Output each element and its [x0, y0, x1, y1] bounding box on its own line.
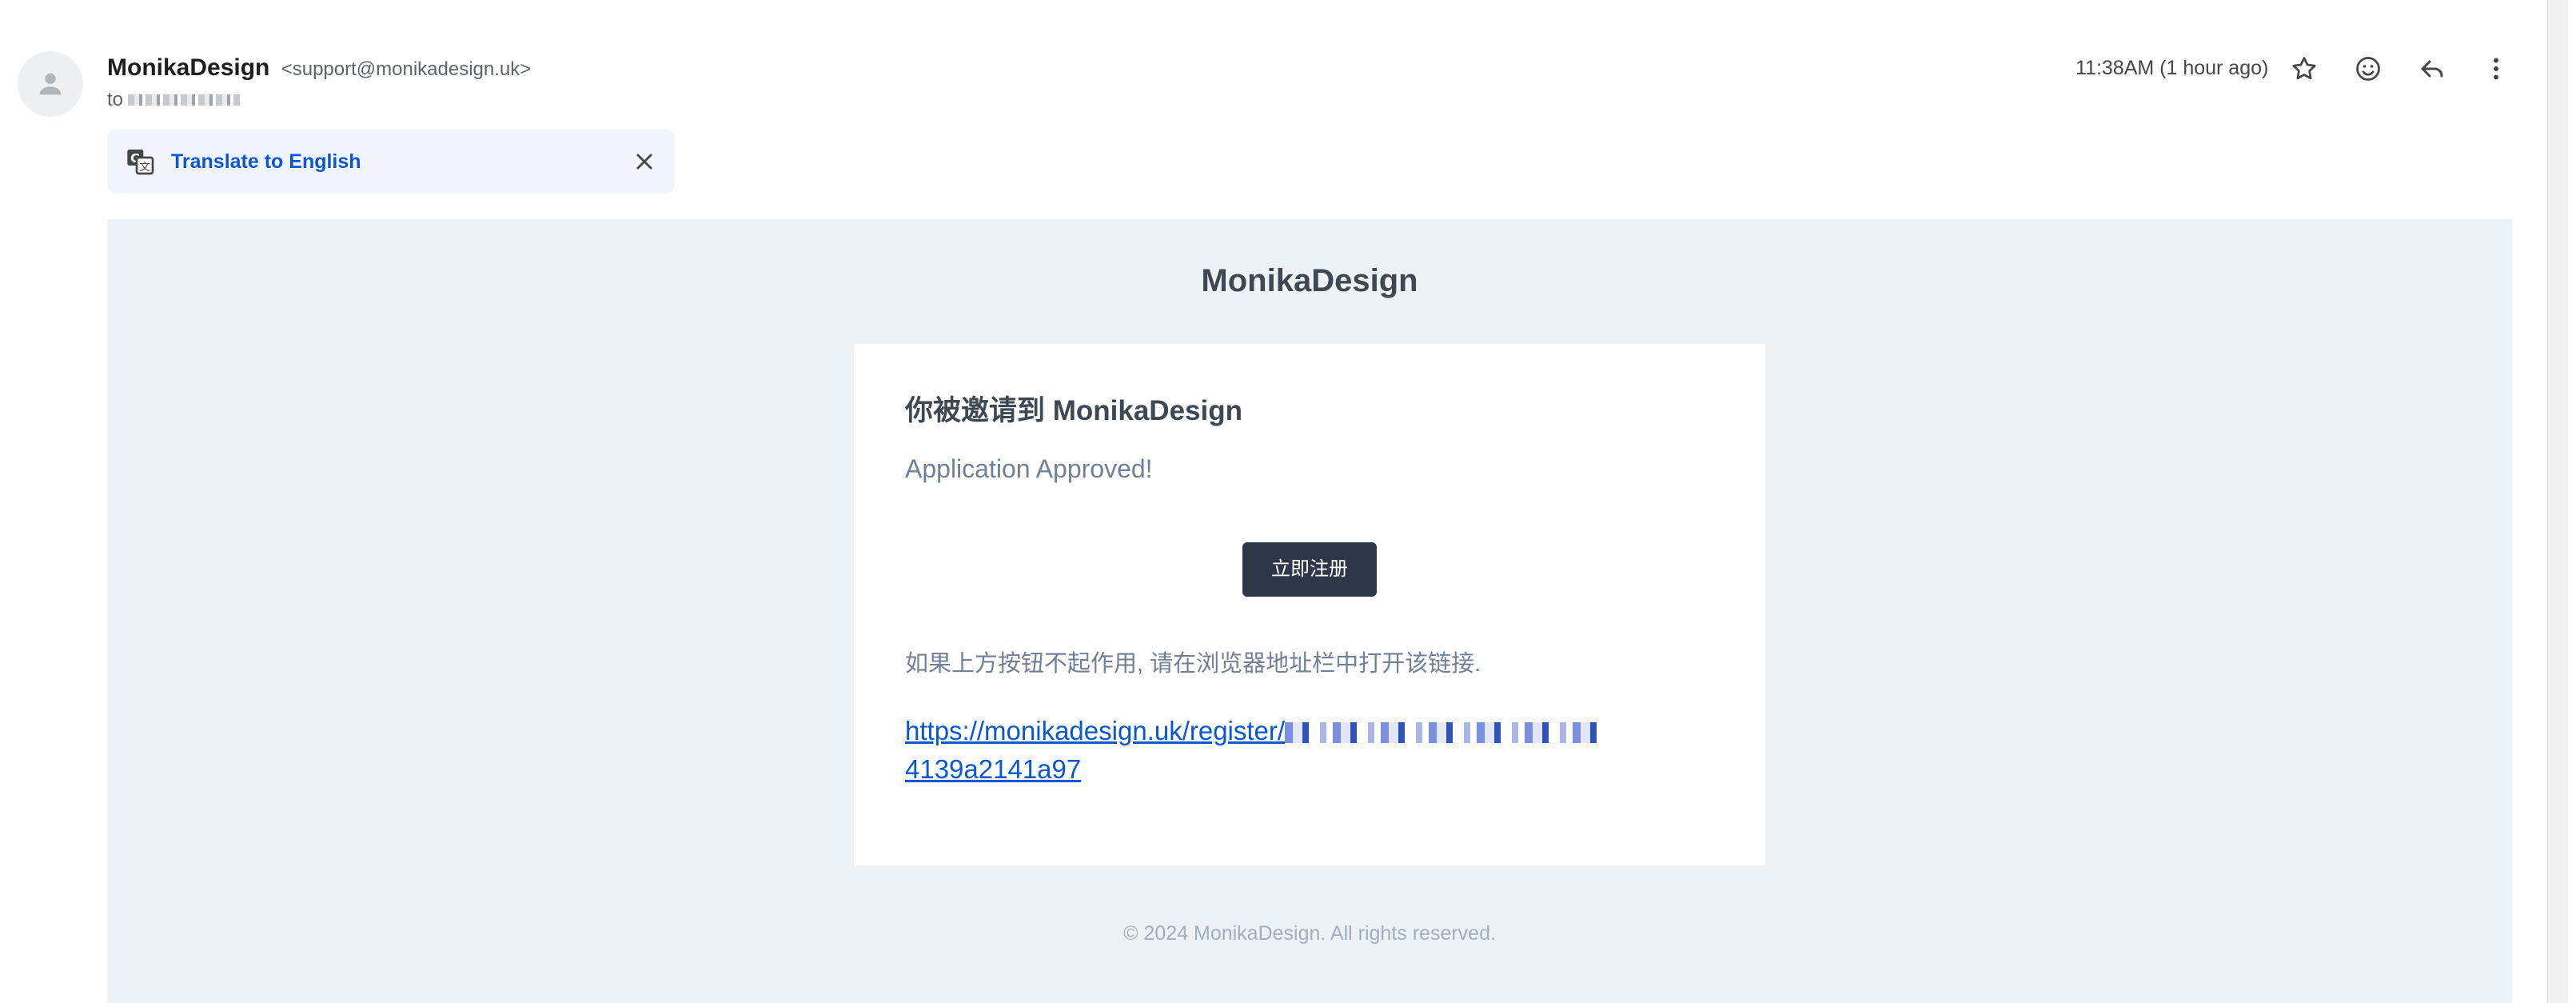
fallback-note: 如果上方按钮不起作用, 请在浏览器地址栏中打开该链接.: [905, 651, 1481, 677]
close-icon: [636, 154, 652, 170]
register-link-suffix[interactable]: 4139a2141a97: [905, 754, 1081, 784]
register-link-prefix[interactable]: https://monikadesign.uk/register/: [905, 716, 1285, 745]
translate-link[interactable]: Translate to English: [171, 147, 361, 176]
emoji-icon: [2356, 57, 2380, 81]
reply-button[interactable]: [2411, 48, 2453, 90]
email-footer: © 2024 MonikaDesign. All rights reserved…: [1123, 922, 1496, 945]
email-heading: 你被邀请到 MonikaDesign: [905, 395, 1242, 426]
email-brand[interactable]: MonikaDesign: [107, 261, 2512, 301]
scrollbar[interactable]: [2547, 0, 2568, 1003]
recipient-redacted: [128, 94, 241, 106]
sender-line: MonikaDesign <support@monikadesign.uk>: [107, 53, 531, 85]
more-options-button[interactable]: [2475, 48, 2517, 90]
person-icon: [39, 73, 62, 95]
email-card: 你被邀请到 MonikaDesign Application Approved!…: [854, 344, 1765, 865]
recipient-prefix: to: [107, 89, 124, 110]
svg-text:文: 文: [139, 161, 150, 174]
register-link-redacted: [1285, 722, 1605, 744]
star-button[interactable]: [2283, 48, 2325, 90]
register-button[interactable]: 立即注册: [1242, 542, 1377, 597]
email-subheading: Application Approved!: [905, 454, 1153, 483]
translate-bar: G文 Translate to English: [107, 130, 675, 194]
sender-name[interactable]: MonikaDesign: [107, 54, 269, 81]
email-body: MonikaDesign 你被邀请到 MonikaDesign Applicat…: [107, 219, 2512, 1003]
register-link[interactable]: https://monikadesign.uk/register/ 4139a2…: [905, 712, 1625, 789]
more-vert-icon: [2494, 58, 2498, 80]
recipient-line[interactable]: to: [107, 88, 241, 112]
sender-avatar[interactable]: [18, 51, 83, 117]
reply-icon: [2421, 60, 2443, 78]
translate-close-button[interactable]: [627, 144, 662, 179]
sender-email: <support@monikadesign.uk>: [281, 58, 532, 80]
emoji-button[interactable]: [2347, 48, 2389, 90]
email-timestamp: 11:38AM (1 hour ago): [2076, 57, 2269, 79]
star-icon: [2292, 57, 2316, 80]
translate-icon: G文: [127, 150, 154, 175]
